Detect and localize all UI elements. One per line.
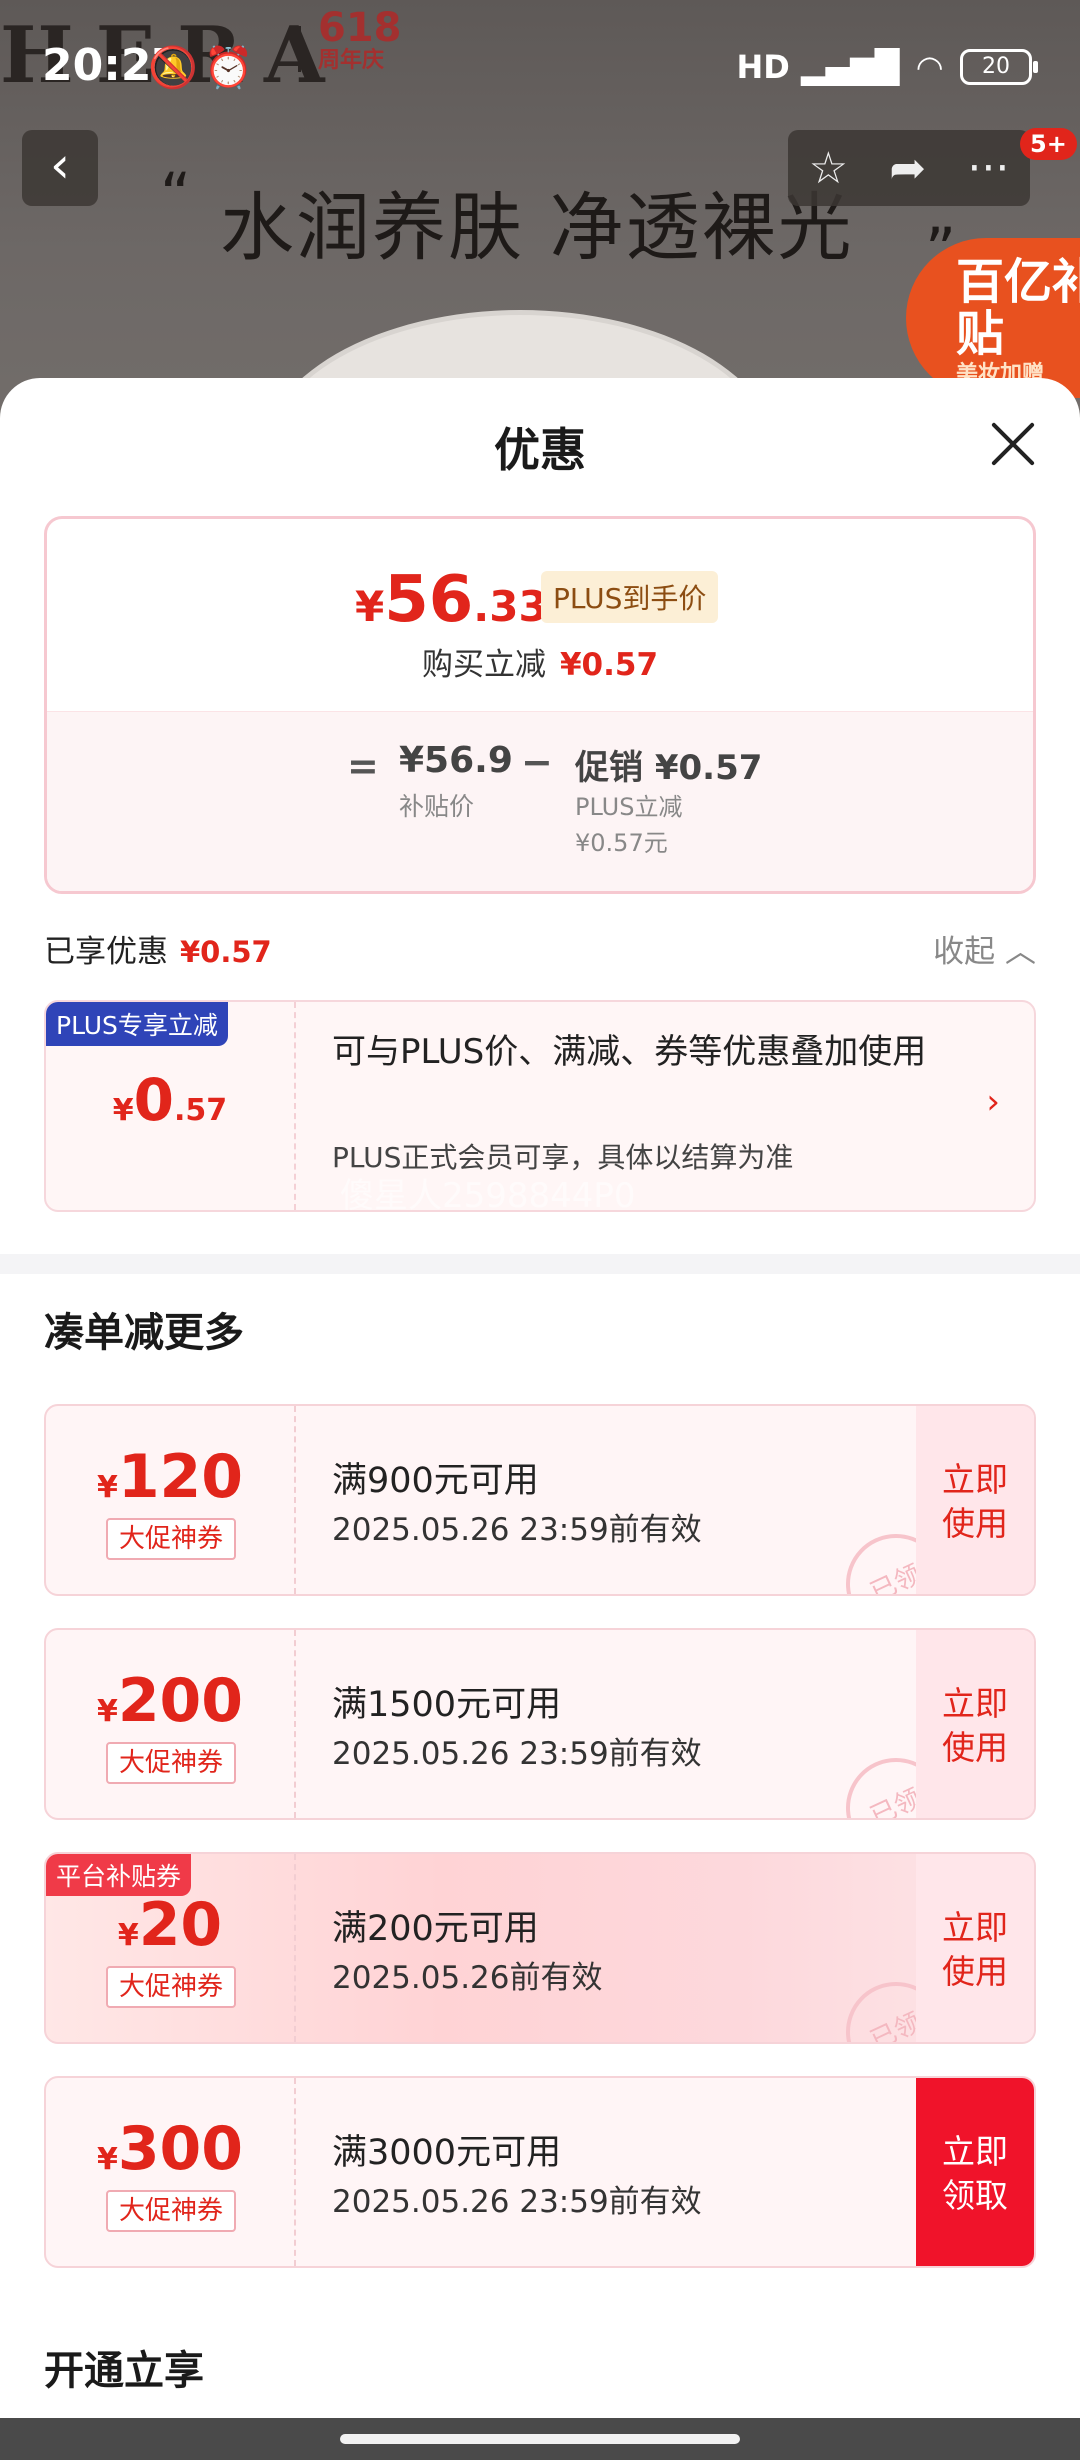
coupon-amount: ¥20 [117, 1890, 223, 1960]
plus-coupon-amount: ¥0.57 [112, 1066, 228, 1134]
enjoyed-label: 已享优惠 [44, 934, 168, 970]
alarm-icon: ⏰ [203, 45, 260, 91]
user-watermark: 傻星人2598844P0 [340, 1176, 636, 1212]
battery-icon: 20 [960, 49, 1038, 85]
plus-exclusive-coupon[interactable]: PLUS专享立减 ¥0.57 可与PLUS价、满减、券等优惠叠加使用 PLUS正… [44, 1000, 1036, 1212]
system-navigation-bar [0, 2418, 1080, 2460]
subsidy-price: ¥56.9 补贴价 [399, 740, 513, 821]
coupon-type-tag: 大促神券 [106, 2190, 236, 2232]
coupon-type-tag: 大促神券 [106, 1742, 236, 1784]
price-formula: = ¥56.9 补贴价 − 促销 ¥0.57 PLUS立减 ¥0.57元 [47, 711, 1033, 891]
coupon-type-tag: 大促神券 [106, 1966, 236, 2008]
coupon-expiry: 2025.05.26 23:59前有效 [332, 1512, 702, 1548]
collapse-button[interactable]: 收起 ︿ [933, 926, 1036, 971]
wifi-icon: ◠ [917, 48, 942, 86]
equals-sign: = [347, 744, 379, 788]
coupon-card[interactable]: 平台补贴券 ¥20 大促神券 满200元可用 2025.05.26前有效 已领 … [44, 1852, 1036, 2044]
coupon-condition: 满1500元可用 [332, 1685, 562, 1725]
status-bar: 20:27 🔕⏰ HD ▂▄▆█ ◠ 20 [0, 0, 1080, 130]
section-divider [0, 1254, 1080, 1274]
more-icon[interactable]: ··· [967, 143, 1009, 194]
coupon-expiry: 2025.05.26前有效 [332, 1960, 603, 1996]
coupon-value-area: ¥300 大促神券 [46, 2078, 296, 2266]
use-now-button[interactable]: 立即 使用 [916, 1854, 1034, 2042]
use-now-button[interactable]: 立即 使用 [916, 1406, 1034, 1594]
claim-now-button[interactable]: 立即 领取 [916, 2078, 1034, 2266]
coupon-value-area: ¥200 大促神券 [46, 1630, 296, 1818]
use-now-button[interactable]: 立即 使用 [916, 1630, 1034, 1818]
signal-icon: HD ▂▄▆█ [736, 48, 900, 86]
section-title-more: 凑单减更多 [44, 1310, 244, 1356]
coupon-amount: ¥200 [96, 1666, 244, 1736]
close-icon[interactable] [988, 420, 1036, 468]
enjoyed-discount-row: 已享优惠 ¥0.57 收起 ︿ [44, 926, 1036, 976]
section-title-open: 开通立享 [44, 2348, 204, 2394]
plus-coupon-value-area: PLUS专享立减 ¥0.57 [46, 1002, 296, 1210]
notification-badge: 5+ [1020, 128, 1077, 160]
quote-left: “ [160, 160, 192, 230]
coupon-amount: ¥120 [96, 1442, 244, 1512]
plus-price-tag: PLUS到手价 [541, 571, 719, 623]
price-summary: ¥ 56 .33 PLUS到手价 购买立减 ¥0.57 [47, 519, 1033, 711]
coupon-condition: 满3000元可用 [332, 2133, 562, 2173]
coupon-value-area: 平台补贴券 ¥20 大促神券 [46, 1854, 296, 2042]
plus-final-price: ¥ 56 .33 [355, 563, 548, 637]
product-slogan: 水润养肤 净透裸光 [220, 185, 854, 271]
minus-sign: − [521, 740, 553, 784]
coupon-expiry: 2025.05.26 23:59前有效 [332, 1736, 702, 1772]
star-icon[interactable]: ☆ [809, 143, 848, 194]
price-breakdown-card: ¥ 56 .33 PLUS到手价 购买立减 ¥0.57 = ¥56.9 补贴价 −… [44, 516, 1036, 894]
coupon-amount: ¥300 [96, 2114, 244, 2184]
coupon-condition: 满200元可用 [332, 1909, 539, 1949]
sheet-title: 优惠 [494, 423, 586, 477]
home-indicator[interactable] [340, 2434, 740, 2444]
system-indicators: HD ▂▄▆█ ◠ 20 [736, 48, 1038, 86]
status-notification-icons: 🔕⏰ [148, 44, 260, 91]
back-button[interactable]: ‹ [22, 130, 98, 206]
discount-sheet: 优惠 ¥ 56 .33 PLUS到手价 购买立减 ¥0.57 = ¥56.9 补贴… [0, 378, 1080, 2418]
subsidy-corner-badge[interactable]: 百亿补贴 美妆加赠 [906, 238, 1080, 398]
share-icon[interactable]: ➦ [889, 143, 926, 194]
bell-off-icon: 🔕 [148, 45, 204, 91]
promo-deduction: 促销 ¥0.57 PLUS立减 ¥0.57元 [575, 748, 763, 857]
coupon-value-area: ¥120 大促神券 [46, 1406, 296, 1594]
coupon-card[interactable]: ¥120 大促神券 满900元可用 2025.05.26 23:59前有效 已领… [44, 1404, 1036, 1596]
coupon-type-tag: 大促神券 [106, 1518, 236, 1560]
coupon-card[interactable]: ¥300 大促神券 满3000元可用 2025.05.26 23:59前有效 立… [44, 2076, 1036, 2268]
buy-reduce-line: 购买立减 ¥0.57 [421, 647, 659, 683]
plus-coupon-description: 可与PLUS价、满减、券等优惠叠加使用 [332, 1032, 927, 1072]
coupon-expiry: 2025.05.26 23:59前有效 [332, 2184, 702, 2220]
enjoyed-amount: ¥0.57 [180, 935, 272, 969]
coupon-card[interactable]: ¥200 大促神券 满1500元可用 2025.05.26 23:59前有效 已… [44, 1628, 1036, 1820]
subsidy-title: 百亿补贴 [956, 254, 1080, 362]
plus-exclusive-label: PLUS专享立减 [46, 1002, 228, 1046]
chevron-up-icon: ︿ [1005, 934, 1036, 970]
chevron-right-icon[interactable]: › [986, 1082, 1000, 1122]
coupon-condition: 满900元可用 [332, 1461, 539, 1501]
nav-action-group: ☆ ➦ ··· [788, 130, 1030, 206]
